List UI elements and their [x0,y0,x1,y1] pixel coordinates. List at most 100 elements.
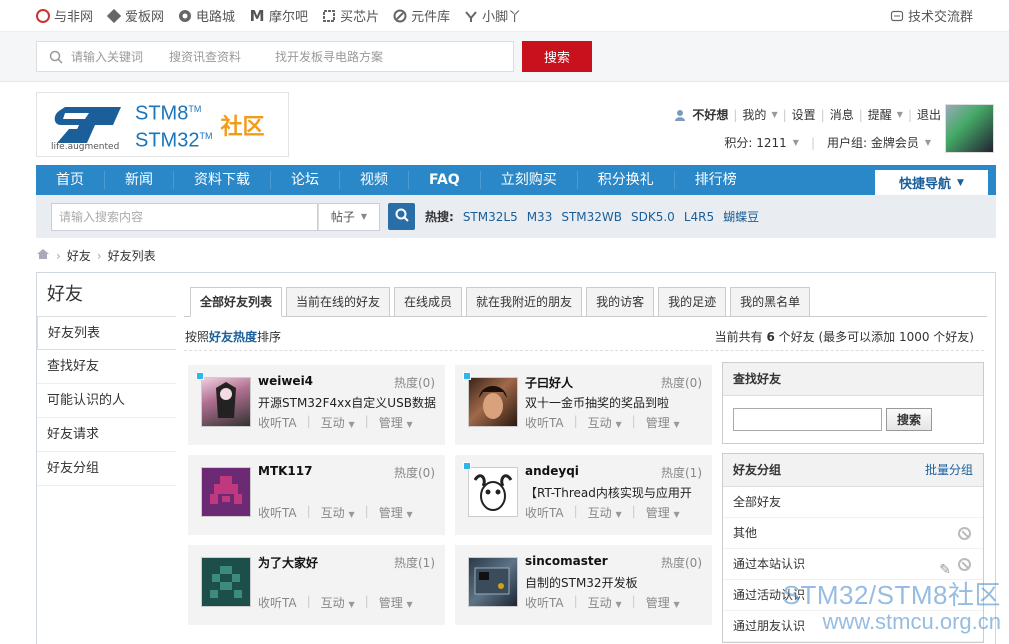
nav-video[interactable]: 视频 [340,171,409,189]
manage-menu[interactable]: 管理 ▼ [379,594,413,611]
site-link-aiban[interactable]: 爱板网 [107,6,164,25]
sort-suffix: 排序 [257,330,282,344]
hot-search-link[interactable]: 蝴蝶豆 [723,208,759,225]
home-icon[interactable] [36,248,50,263]
hot-search-link[interactable]: STM32WB [561,210,622,224]
quick-nav-button[interactable]: 快捷导航 ▼ [875,170,988,195]
hot-search-link[interactable]: M33 [527,210,553,224]
usergroup-menu[interactable]: 用户组: 金牌会员 [827,134,919,151]
interact-menu[interactable]: 互动 ▼ [321,414,355,431]
settings-link[interactable]: 设置 [792,106,816,123]
site-link-maixinpian[interactable]: 买芯片 [322,6,379,25]
nav-downloads[interactable]: 资料下载 [174,171,271,189]
site-link-moerba[interactable]: M 摩尔吧 [249,6,308,26]
site-link-dianlucheng[interactable]: 电路城 [178,6,235,25]
follow-link[interactable]: 收听TA [525,594,564,611]
logout-link[interactable]: 退出 [917,106,941,123]
interact-menu[interactable]: 互动 ▼ [588,594,622,611]
nav-points-gift[interactable]: 积分换礼 [578,171,675,189]
sidebar-item-find-friends[interactable]: 查找好友 [37,350,176,384]
friend-status[interactable]: 双十一金币抽奖的奖品到啦 [525,394,705,411]
search-type-select[interactable]: 帖子 ▼ [318,202,380,231]
friend-status[interactable]: 自制的STM32开发板 [525,574,705,591]
tab-all-friends[interactable]: 全部好友列表 [190,287,283,317]
chevron-down-icon: ▼ [673,510,680,519]
sidebar-item-friend-groups[interactable]: 好友分组 [37,452,176,486]
friend-avatar[interactable] [468,557,518,607]
friend-avatar[interactable] [201,557,251,607]
sidebar-item-maybe-know[interactable]: 可能认识的人 [37,384,176,418]
hot-search-link[interactable]: L4R5 [684,210,714,224]
tab-footprints[interactable]: 我的足迹 [658,287,727,317]
site-link-yufei[interactable]: 与非网 [36,6,93,25]
tab-nearby-friends[interactable]: 就在我附近的朋友 [466,287,583,317]
sidebar-item-friend-requests[interactable]: 好友请求 [37,418,176,452]
forum-search-input[interactable]: 请输入搜索内容 [51,202,318,231]
nav-home[interactable]: 首页 [36,171,105,189]
group-item-other[interactable]: 其他 [723,518,983,549]
nav-faq[interactable]: FAQ [409,171,481,189]
friend-name[interactable]: 子曰好人 [525,374,573,391]
friend-avatar[interactable] [468,377,518,427]
username-link[interactable]: 不好想 [692,106,728,123]
manage-menu[interactable]: 管理 ▼ [646,414,680,431]
sidebar-item-friend-list[interactable]: 好友列表 [37,316,176,350]
tech-group-link[interactable]: 技术交流群 [890,6,973,25]
global-search-button[interactable]: 搜索 [522,41,592,72]
group-item-all[interactable]: 全部好友 [723,487,983,518]
search-hint-boards: 找开发板寻电路方案 [275,50,384,64]
reminders-menu[interactable]: 提醒 [868,106,892,123]
tab-visitors[interactable]: 我的访客 [586,287,655,317]
find-friend-button[interactable]: 搜索 [886,408,932,431]
block-icon[interactable] [958,558,971,571]
tab-blacklist[interactable]: 我的黑名单 [730,287,811,317]
friend-name[interactable]: 为了大家好 [258,554,318,571]
manage-menu[interactable]: 管理 ▼ [646,504,680,521]
stm-community-logo[interactable]: STM8TM STM32TM 社区 life.augmented [36,92,289,157]
interact-menu[interactable]: 互动 ▼ [588,504,622,521]
follow-link[interactable]: 收听TA [525,504,564,521]
manage-menu[interactable]: 管理 ▼ [379,504,413,521]
follow-link[interactable]: 收听TA [258,594,297,611]
tab-online-friends[interactable]: 当前在线的好友 [286,287,391,317]
find-friend-input[interactable] [733,408,882,431]
nav-buy[interactable]: 立刻购买 [481,171,578,189]
interact-menu[interactable]: 互动 ▼ [321,504,355,521]
breadcrumb-friends[interactable]: 好友 [67,247,91,264]
avatar[interactable] [945,104,994,153]
messages-link[interactable]: 消息 [830,106,854,123]
hot-search-link[interactable]: SDK5.0 [631,210,675,224]
sort-by-heat-link[interactable]: 好友热度 [209,330,257,344]
site-link-yuanjianku[interactable]: 元件库 [393,6,450,25]
block-icon[interactable] [958,527,971,540]
friend-avatar[interactable] [201,467,251,517]
manage-menu[interactable]: 管理 ▼ [379,414,413,431]
friend-status[interactable]: 【RT-Thread内核实现与应用开 [525,484,705,501]
interact-menu[interactable]: 互动 ▼ [588,414,622,431]
follow-link[interactable]: 收听TA [258,414,297,431]
points-menu[interactable]: 积分: 1211 [724,134,786,151]
interact-menu[interactable]: 互动 ▼ [321,594,355,611]
global-search-input[interactable]: 请输入关键词 搜资讯查资料 找开发板寻电路方案 [36,41,514,72]
nav-news[interactable]: 新闻 [105,171,174,189]
manage-menu[interactable]: 管理 ▼ [646,594,680,611]
forum-search-button[interactable] [388,203,415,230]
tab-online-members[interactable]: 在线成员 [394,287,463,317]
friend-avatar[interactable] [468,467,518,517]
follow-link[interactable]: 收听TA [525,414,564,431]
follow-link[interactable]: 收听TA [258,504,297,521]
my-menu[interactable]: 我的 [742,106,766,123]
batch-group-link[interactable]: 批量分组 [925,454,973,487]
site-link-xiaojiaoya[interactable]: 小脚丫 [464,6,521,25]
hot-search-link[interactable]: STM32L5 [463,210,518,224]
friend-avatar[interactable] [201,377,251,427]
friend-name[interactable]: MTK117 [258,464,312,478]
friend-name[interactable]: sincomaster [525,554,608,568]
group-item-site[interactable]: 通过本站认识 ✎ [723,549,983,580]
nav-ranking[interactable]: 排行榜 [675,171,757,189]
breadcrumb-friend-list[interactable]: 好友列表 [108,247,156,264]
nav-forum[interactable]: 论坛 [271,171,340,189]
friend-status[interactable]: 开源STM32F4xx自定义USB数据 [258,394,438,411]
friend-name[interactable]: andeyqi [525,464,579,478]
friend-name[interactable]: weiwei4 [258,374,313,388]
